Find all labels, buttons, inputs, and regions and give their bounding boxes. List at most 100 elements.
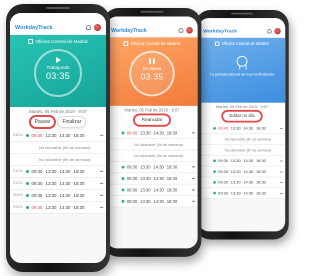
row-time: 09:30: [126, 198, 138, 204]
row-label: No laborable (fin de semana): [224, 147, 272, 153]
more-options-icon[interactable]: •••: [280, 169, 283, 174]
row-time: 09:35: [31, 193, 43, 198]
row-time: 09:45: [126, 130, 138, 136]
more-options-icon[interactable]: •••: [192, 188, 195, 193]
history-row[interactable]: 09:30 13:30 14:30 18:30 •••: [106, 196, 198, 208]
notification-bell-icon[interactable]: [86, 25, 91, 30]
more-options-icon[interactable]: •••: [100, 133, 104, 138]
notification-bell-icon[interactable]: [267, 28, 272, 34]
history-row[interactable]: 29/01 09:45 13:30 14:30 18:30 •••: [10, 202, 106, 214]
row-date: 29/01: [13, 204, 24, 210]
status-dot-icon: [26, 182, 29, 185]
action-bar: Reanudar: [106, 113, 198, 128]
more-options-icon[interactable]: •••: [192, 131, 195, 136]
current-date: Martes, 05 Feb de 2019 · 9:07: [198, 102, 286, 110]
non-working-day-row[interactable]: No laborable (fin de semana): [10, 154, 106, 166]
row-time: 18:30: [255, 169, 266, 174]
row-time: 14:30: [59, 193, 71, 198]
non-working-day-row[interactable]: No laborable (fin de semana): [106, 151, 198, 162]
action-bar: Editar mi día: [198, 109, 286, 124]
phone-left: WorkdayTrack Oficina Central de Madrid T…: [6, 4, 110, 272]
avatar[interactable]: [274, 28, 281, 35]
status-dot-icon: [213, 127, 216, 130]
workday-finished-text: Tu jornada laboral de hoy ha finalizado: [209, 72, 275, 77]
work-state: Trabajando: [46, 65, 70, 70]
row-time: 18:30: [166, 164, 178, 170]
phone-right: WorkdayTrack Oficina Central de Madrid T…: [195, 10, 289, 240]
resume-button[interactable]: Reanudar: [133, 114, 171, 126]
history-row[interactable]: 09:30 13:30 14:30 18:30 •••: [198, 156, 286, 167]
history-list: 09:45 13:30 14:30 18:30 ••• No laborable (fin…: [198, 123, 286, 199]
history-row[interactable]: 09:30 13:30 14:30 18:30 •••: [106, 185, 198, 197]
more-options-icon[interactable]: •••: [280, 159, 283, 164]
history-row[interactable]: 30/01 09:35 13:30 14:30 18:30 •••: [10, 190, 106, 202]
history-row[interactable]: 09:30 13:30 14:30 18:30 •••: [198, 167, 286, 178]
row-time: 13:30: [45, 169, 57, 174]
workday-hero: Oficina Central de Madrid En pausa 03:35: [106, 37, 198, 106]
avatar[interactable]: [186, 27, 193, 34]
row-time: 13:30: [140, 187, 151, 193]
history-row[interactable]: 31/01 09:30 13:30 14:30 18:30 •••: [10, 178, 106, 190]
workday-hero: Oficina Central de Madrid Tu jornada lab…: [198, 37, 286, 103]
app-header: WorkdayTrack: [198, 25, 286, 38]
avatar[interactable]: [94, 24, 101, 31]
pause-button[interactable]: Pausar: [29, 116, 56, 128]
elapsed-timer: 03:35: [140, 71, 164, 82]
row-time: 09:30: [126, 176, 138, 181]
history-row[interactable]: 09:45 13:30 14:30 18:30 •••: [198, 123, 286, 135]
more-options-icon[interactable]: •••: [192, 165, 195, 170]
history-row[interactable]: 04/02 09:45 13:30 14:30 18:30 •••: [10, 130, 106, 142]
history-row[interactable]: 09:30 13:30 14:30 18:30 •••: [198, 188, 286, 199]
row-time: 14:30: [59, 133, 71, 138]
more-options-icon[interactable]: •••: [100, 181, 104, 186]
notification-bell-icon[interactable]: [178, 27, 184, 33]
row-time: 13:30: [45, 181, 57, 186]
current-date: Martes, 05 Feb de 2019 · 9:07: [10, 107, 106, 115]
row-time: 13:30: [45, 133, 57, 138]
row-label: No laborable (fin de semana): [39, 157, 91, 162]
history-row[interactable]: 01/02 09:30 13:30 14:30 18:30 •••: [10, 166, 106, 178]
action-bar: Pausar Finalizar: [10, 115, 106, 130]
row-time: 18:30: [73, 205, 85, 210]
row-time: 14:30: [59, 181, 71, 186]
more-options-icon[interactable]: •••: [100, 169, 104, 174]
more-options-icon[interactable]: •••: [192, 176, 195, 181]
row-time: 18:30: [255, 158, 266, 164]
office-name: Oficina Central de Madrid: [221, 41, 269, 47]
workday-hero: Oficina Central de Madrid Trabajando 03:…: [10, 35, 106, 107]
status-dot-icon: [26, 194, 29, 197]
more-options-icon[interactable]: •••: [280, 126, 283, 131]
more-options-icon[interactable]: •••: [280, 191, 283, 196]
non-working-day-row[interactable]: No laborable (fin de semana): [106, 139, 198, 151]
non-working-day-row[interactable]: No laborable (fin de semana): [198, 145, 286, 156]
finish-button[interactable]: Finalizar: [57, 116, 87, 128]
app-brand: WorkdayTrack: [111, 27, 147, 34]
edit-day-button[interactable]: Editar mi día: [222, 110, 262, 122]
row-time: 13:30: [140, 164, 151, 170]
row-time: 09:30: [218, 169, 229, 174]
row-time: 13:30: [140, 198, 151, 204]
history-row[interactable]: 09:30 13:30 14:30 18:30 •••: [106, 173, 198, 185]
history-row[interactable]: 09:30 13:30 14:30 18:30 •••: [106, 162, 198, 174]
row-label: No laborable (fin de semana): [133, 141, 183, 147]
row-time: 09:45: [31, 205, 43, 210]
screen-paused: WorkdayTrack Oficina Central de Madrid E…: [106, 16, 198, 249]
more-options-icon[interactable]: •••: [192, 199, 195, 204]
row-date: 01/02: [13, 168, 24, 174]
status-dot-icon: [213, 181, 216, 184]
row-time: 14:30: [153, 130, 164, 136]
history-list: 09:45 13:30 14:30 18:30 ••• No laborable (fin…: [106, 127, 198, 208]
row-time: 14:30: [153, 164, 164, 170]
row-time: 14:30: [243, 180, 254, 185]
status-dot-icon: [26, 170, 29, 173]
status-dot-icon: [213, 159, 216, 163]
non-working-day-row[interactable]: No laborable (fin de semana): [10, 142, 106, 154]
history-row[interactable]: 09:30 13:30 14:30 18:30 •••: [198, 177, 286, 189]
row-time: 14:30: [153, 176, 164, 181]
non-working-day-row[interactable]: No laborable (fin de semana): [198, 134, 286, 145]
more-options-icon[interactable]: •••: [280, 180, 283, 185]
more-options-icon[interactable]: •••: [100, 205, 104, 210]
row-time: 13:30: [230, 158, 241, 164]
history-row[interactable]: 09:45 13:30 14:30 18:30 •••: [106, 128, 198, 140]
more-options-icon[interactable]: •••: [100, 193, 104, 198]
